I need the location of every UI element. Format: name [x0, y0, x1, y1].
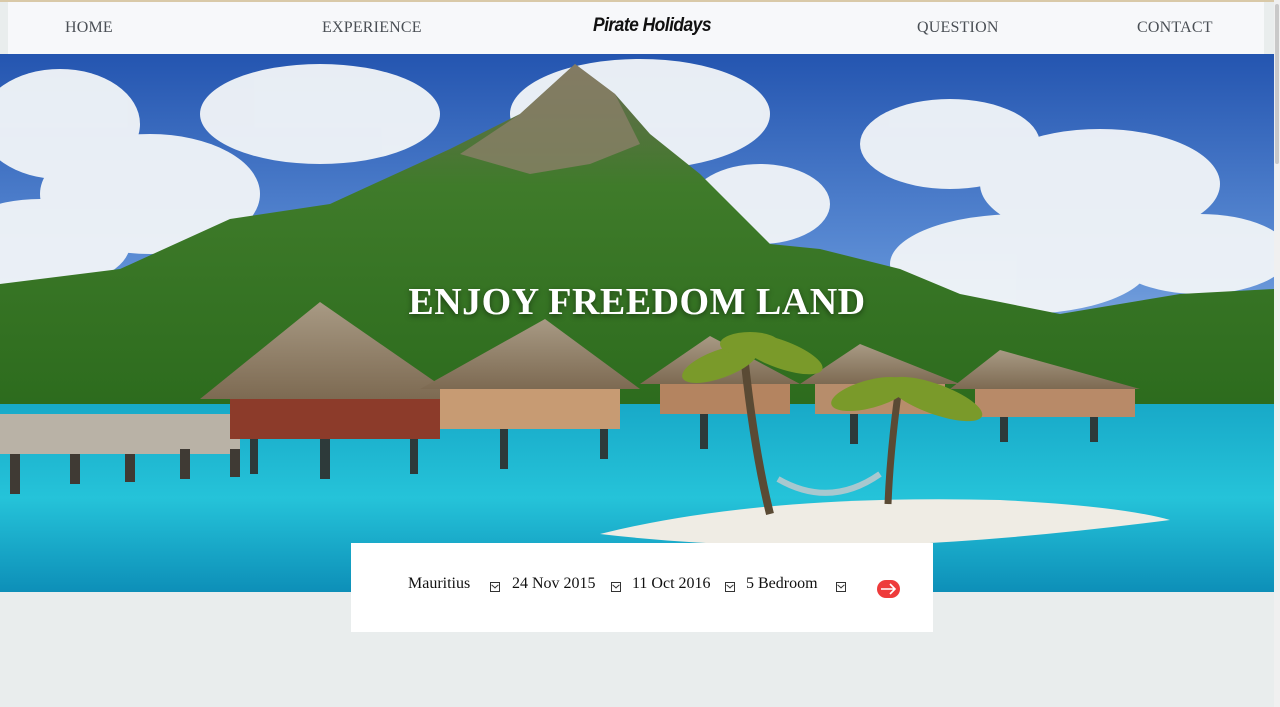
check-out-date[interactable]: 11 Oct 2016 [632, 575, 711, 593]
page-scrollbar[interactable] [1274, 0, 1280, 707]
nav-home-link[interactable]: HOME [65, 19, 113, 37]
nav-experience-link[interactable]: EXPERIENCE [322, 19, 422, 37]
hero-banner: ENJOY FREEDOM LAND [0, 54, 1274, 592]
booking-search-bar: Mauritius 24 Nov 2015 11 Oct 2016 5 Bedr… [351, 543, 933, 632]
brand-logo[interactable]: Pirate Holidays [593, 15, 712, 37]
arrow-right-icon [881, 583, 897, 595]
chevron-down-icon[interactable] [836, 582, 846, 592]
nav-question-link[interactable]: QUESTION [917, 19, 999, 37]
nav-contact-link[interactable]: CONTACT [1137, 19, 1213, 37]
destination-select[interactable]: Mauritius [408, 575, 470, 593]
scrollbar-thumb[interactable] [1275, 4, 1279, 164]
chevron-down-icon[interactable] [490, 582, 500, 592]
rooms-select[interactable]: 5 Bedroom [746, 575, 818, 593]
check-in-date[interactable]: 24 Nov 2015 [512, 575, 596, 593]
hero-title: ENJOY FREEDOM LAND [408, 281, 866, 323]
chevron-down-icon[interactable] [725, 582, 735, 592]
chevron-down-icon[interactable] [611, 582, 621, 592]
search-submit-button[interactable] [877, 580, 900, 598]
top-navbar: HOME EXPERIENCE Pirate Holidays QUESTION… [8, 2, 1264, 54]
